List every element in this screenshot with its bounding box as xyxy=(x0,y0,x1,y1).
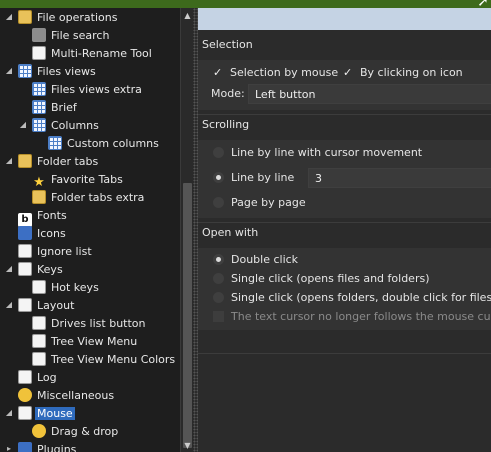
grid-icon xyxy=(18,64,32,78)
tree-item-file-operations[interactable]: ◢ File operations xyxy=(4,9,119,27)
folder-icon xyxy=(32,190,46,204)
layout-icon xyxy=(18,298,32,312)
tree-item-drag-drop[interactable]: Drag & drop xyxy=(32,423,120,441)
tree-item-mouse[interactable]: ◢ Mouse xyxy=(4,405,75,423)
tree-item-ignore-list[interactable]: Ignore list xyxy=(18,243,94,261)
binoculars-icon xyxy=(32,28,46,42)
mouse-icon xyxy=(18,406,32,420)
collapse-icon[interactable]: ◢ xyxy=(18,120,28,130)
collapse-icon[interactable]: ◢ xyxy=(4,408,14,418)
tree-item-favorite-tabs[interactable]: ★ Favorite Tabs xyxy=(32,171,125,190)
tree-item-keys[interactable]: ◢ Keys xyxy=(4,261,65,279)
divider xyxy=(198,114,491,115)
collapse-icon[interactable]: ◢ xyxy=(4,264,14,274)
plugin-icon xyxy=(18,442,32,452)
window-icon xyxy=(32,316,46,330)
scroll-page-by-page-radio[interactable]: Page by page xyxy=(213,193,306,213)
options-tree[interactable]: ◢ File operations File search Multi-Rena… xyxy=(0,8,180,452)
radio-icon xyxy=(213,292,224,303)
checkmark-icon: ✓ xyxy=(213,66,223,79)
keyboard-icon xyxy=(18,262,32,276)
selection-group: ✓ Selection by mouse ✓ By clicking on icon… xyxy=(198,60,491,110)
ignore-icon xyxy=(18,244,32,258)
expand-icon[interactable]: ▸ xyxy=(4,444,14,452)
tree-item-folder-tabs-extra[interactable]: Folder tabs extra xyxy=(32,189,146,207)
grid-icon xyxy=(32,118,46,132)
tree-item-miscellaneous[interactable]: Miscellaneous xyxy=(18,387,116,405)
scrolling-group: Line by line with cursor movement Line b… xyxy=(198,140,491,218)
radio-icon xyxy=(213,147,224,158)
drag-icon xyxy=(32,424,46,438)
mode-select[interactable]: Left button xyxy=(248,84,491,104)
by-clicking-on-icon-checkbox[interactable]: ✓ By clicking on icon xyxy=(343,63,463,83)
divider xyxy=(198,353,491,354)
radio-icon xyxy=(213,197,224,208)
settings-panel: Selection ✓ Selection by mouse ✓ By clicki… xyxy=(193,8,491,452)
tree-item-hot-keys[interactable]: Hot keys xyxy=(32,279,101,297)
collapse-icon[interactable]: ◢ xyxy=(4,66,14,76)
tree-item-files-views[interactable]: ◢ Files views xyxy=(4,63,98,81)
keyboard-icon xyxy=(32,280,46,294)
open-with-group: Double click Single click (opens files a… xyxy=(198,248,491,330)
grid-icon xyxy=(32,82,46,96)
footprint-icon xyxy=(18,226,32,240)
window-icon xyxy=(32,334,46,348)
scroll-line-by-line-radio[interactable]: Line by line xyxy=(213,168,294,188)
grid-icon xyxy=(48,136,62,150)
folder-icon xyxy=(18,10,32,24)
mode-label: Mode: xyxy=(211,87,245,100)
pencil-icon xyxy=(32,46,46,60)
tree-item-icons[interactable]: Icons xyxy=(18,225,68,243)
collapse-icon[interactable]: ◢ xyxy=(4,12,14,22)
folder-icon xyxy=(18,154,32,168)
lines-count-input[interactable]: 3 xyxy=(308,168,491,188)
selection-title: Selection xyxy=(202,38,253,51)
collapse-icon[interactable]: ◢ xyxy=(4,300,14,310)
open-with-title: Open with xyxy=(202,226,259,239)
divider xyxy=(198,222,491,223)
radio-selected-icon xyxy=(213,254,224,265)
tree-item-file-search[interactable]: File search xyxy=(32,27,111,45)
tree-item-multi-rename-tool[interactable]: Multi-Rename Tool xyxy=(32,45,154,63)
single-click-files-folders-radio[interactable]: Single click (opens files and folders) xyxy=(213,269,429,289)
window-title-bar: ➚ xyxy=(0,0,491,10)
tree-item-folder-tabs[interactable]: ◢ Folder tabs xyxy=(4,153,100,171)
tree-item-columns[interactable]: ◢ Columns xyxy=(18,117,101,135)
tree-item-tree-view-menu-colors[interactable]: Tree View Menu Colors xyxy=(32,351,177,369)
page-header-bar xyxy=(198,8,491,30)
scroll-line-with-cursor-radio[interactable]: Line by line with cursor movement xyxy=(213,143,422,163)
tree-item-files-views-extra[interactable]: Files views extra xyxy=(32,81,144,99)
scrollbar-thumb[interactable] xyxy=(183,183,192,448)
window-icon xyxy=(32,352,46,366)
tree-item-layout[interactable]: ◢ Layout xyxy=(4,297,76,315)
radio-selected-icon xyxy=(213,172,224,183)
tree-item-custom-columns[interactable]: Custom columns xyxy=(48,135,161,153)
tree-item-log[interactable]: Log xyxy=(18,369,59,387)
log-icon xyxy=(18,370,32,384)
tree-scrollbar[interactable]: ▲ ▼ xyxy=(180,8,193,452)
tree-item-fonts[interactable]: b Fonts xyxy=(18,207,69,227)
checkmark-icon: ✓ xyxy=(343,66,353,79)
tree-item-tree-view-menu[interactable]: Tree View Menu xyxy=(32,333,139,351)
radio-icon xyxy=(213,273,224,284)
selection-by-mouse-checkbox[interactable]: ✓ Selection by mouse xyxy=(213,63,338,83)
text-cursor-follow-checkbox[interactable]: The text cursor no longer follows the mo… xyxy=(213,307,491,327)
collapse-icon[interactable]: ◢ xyxy=(4,156,14,166)
scrolling-title: Scrolling xyxy=(202,118,250,131)
tree-item-brief[interactable]: Brief xyxy=(32,99,79,117)
tree-item-drives-list-button[interactable]: Drives list button xyxy=(32,315,148,333)
misc-icon xyxy=(18,388,32,402)
grid-icon xyxy=(32,100,46,114)
double-click-radio[interactable]: Double click xyxy=(213,250,298,270)
checkbox-icon xyxy=(213,311,224,322)
tree-item-plugins[interactable]: ▸ Plugins xyxy=(4,441,78,452)
single-click-folders-radio[interactable]: Single click (opens folders, double clic… xyxy=(213,288,491,308)
star-icon: ★ xyxy=(33,175,45,190)
